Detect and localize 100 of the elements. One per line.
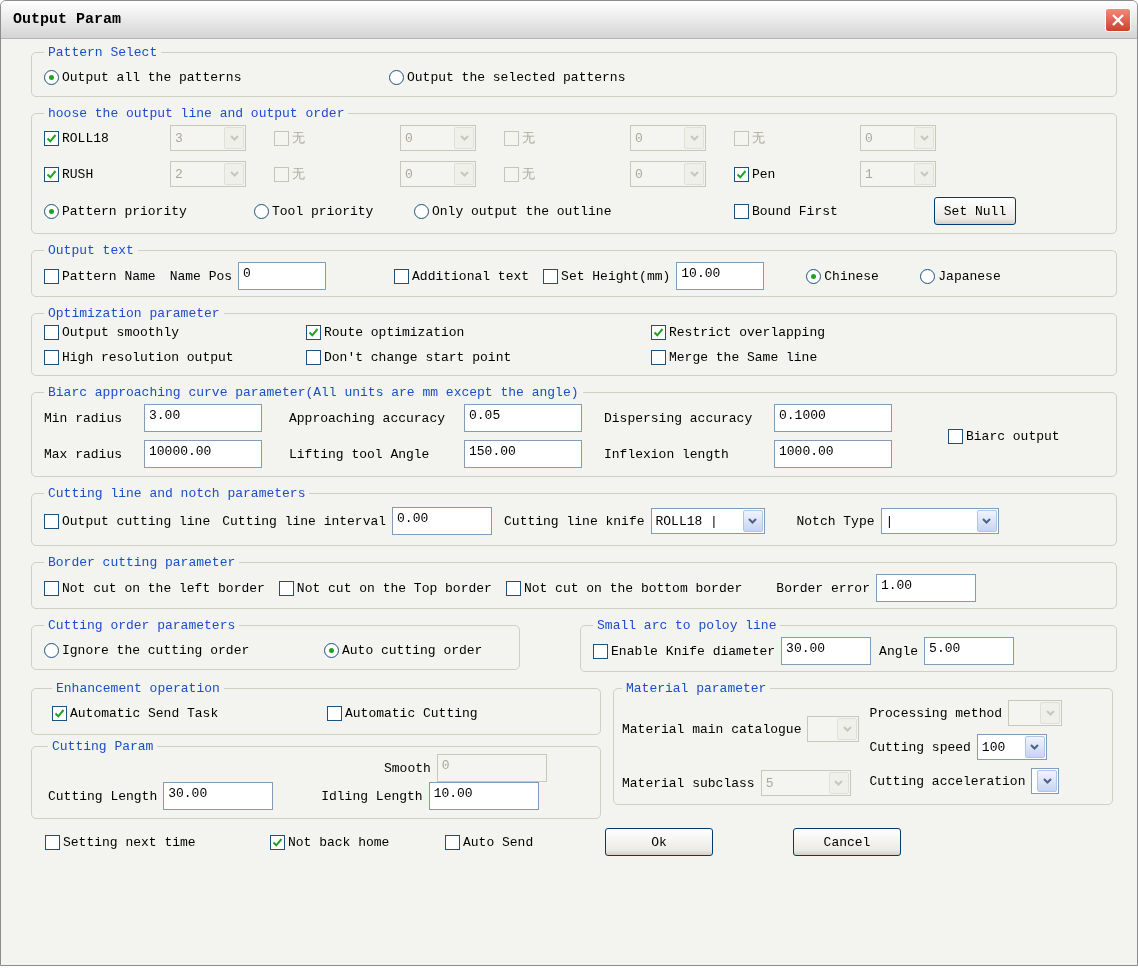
checkbox-label: Automatic Cutting — [345, 705, 478, 721]
checkbox[interactable] — [270, 834, 285, 850]
checkbox[interactable] — [593, 643, 609, 659]
field-label: Knife diameter — [665, 643, 776, 659]
radio-button[interactable] — [324, 642, 339, 658]
checkbox-label: Restrict overlapping — [669, 325, 826, 340]
field-label: Idling Length — [321, 788, 423, 804]
checkbox[interactable] — [734, 203, 749, 219]
radio-label: Ignore the cutting order — [62, 642, 250, 658]
checkbox-label: Not back home — [288, 834, 390, 850]
checkbox[interactable] — [44, 166, 59, 182]
checkbox[interactable] — [306, 325, 321, 340]
checkbox-label: Route optimization — [324, 325, 465, 340]
field-label: Notch Type — [796, 513, 875, 529]
radio-button[interactable] — [44, 69, 59, 85]
radio-button[interactable] — [254, 203, 269, 219]
field-label: Cutting acceleration — [869, 773, 1026, 789]
checkbox[interactable] — [651, 350, 666, 365]
text-field[interactable]: 0 — [238, 262, 327, 290]
radio-button[interactable] — [806, 268, 822, 284]
group-title: Output text — [47, 243, 135, 258]
field-label: Approaching accuracy — [289, 410, 447, 426]
radio-label: Japanese — [938, 268, 1001, 284]
checkbox[interactable] — [543, 268, 559, 284]
checkbox-label: Output smoothly — [62, 325, 180, 340]
text-field[interactable]: 10.00 — [676, 262, 765, 290]
group-title: Border cutting parameter — [47, 555, 237, 570]
text-field[interactable]: 0.05 — [464, 404, 582, 432]
checkbox[interactable] — [44, 350, 59, 365]
radio-button[interactable] — [414, 203, 429, 219]
text-field[interactable]: 1.00 — [875, 574, 976, 602]
radio-button[interactable] — [44, 203, 59, 219]
checkbox-label: Biarc output — [966, 428, 1060, 444]
checkbox-label: Setting next time — [63, 834, 196, 850]
field-label: Material main catalogue — [622, 721, 802, 737]
checkbox[interactable] — [505, 580, 521, 596]
radio-button[interactable] — [389, 69, 404, 85]
dropdown[interactable]: | — [880, 508, 999, 534]
group-title: Small arc to poloy line — [596, 618, 778, 633]
group-title: Enhancement operation — [55, 681, 221, 696]
field-label: Inflexion length — [604, 446, 730, 462]
field-label: Material subclass — [622, 775, 755, 791]
checkbox[interactable] — [52, 705, 67, 721]
text-field[interactable]: 5.00 — [924, 637, 1015, 665]
checkbox-label: 无 — [522, 130, 535, 147]
checkbox[interactable] — [45, 834, 60, 850]
field-label: Name Pos — [169, 268, 233, 284]
checkbox-label: Not cut on the left border — [62, 580, 265, 596]
field-label: Border error — [776, 580, 870, 596]
checkbox-label: Merge the Same line — [669, 350, 818, 365]
checkbox-label: 无 — [752, 130, 765, 147]
group-title: Cutting Param — [51, 739, 155, 754]
dropdown[interactable]: ROLL18 | — [650, 508, 765, 534]
checkbox[interactable] — [44, 268, 59, 284]
text-field[interactable]: 0.1000 — [774, 404, 892, 432]
field-label: Lifting tool Angle — [289, 446, 431, 462]
checkbox[interactable] — [44, 130, 59, 146]
group-title: Optimization parameter — [47, 306, 221, 321]
checkbox[interactable] — [948, 428, 963, 444]
radio-label: Pattern priority — [62, 203, 187, 219]
text-field[interactable]: 0.00 — [392, 507, 493, 535]
field-label: Smooth — [384, 760, 431, 776]
checkbox-label: Pattern Name — [62, 268, 156, 284]
checkbox-label: Pen — [752, 166, 776, 182]
checkbox[interactable] — [445, 834, 460, 850]
dropdown[interactable]: 100 — [976, 734, 1047, 760]
text-field[interactable]: 1000.00 — [774, 440, 892, 468]
checkbox-label: Additional text — [412, 268, 530, 284]
checkbox[interactable] — [306, 350, 321, 365]
checkbox-label: Output cutting line — [62, 513, 211, 529]
checkbox[interactable] — [44, 580, 59, 596]
text-field[interactable]: 10000.00 — [144, 440, 262, 468]
checkbox[interactable] — [44, 325, 59, 340]
field-label: Processing method — [869, 705, 1003, 721]
set-null-button[interactable]: Set Null — [934, 197, 1016, 225]
radio-label: Auto cutting order — [342, 642, 483, 658]
checkbox[interactable] — [278, 580, 294, 596]
radio-button[interactable] — [44, 642, 59, 658]
radio-label: Chinese — [824, 268, 879, 284]
field-label: Min radius — [44, 410, 123, 426]
checkbox-label: Not cut on the Top border — [296, 580, 492, 596]
checkbox-label: Don't change start point — [324, 350, 512, 365]
text-field[interactable]: 10.00 — [428, 782, 539, 810]
text-field[interactable]: 150.00 — [464, 440, 582, 468]
dropdown[interactable] — [1031, 768, 1060, 794]
radio-button[interactable] — [920, 268, 936, 284]
ok-button[interactable]: Ok — [605, 828, 713, 856]
checkbox[interactable] — [394, 268, 410, 284]
checkbox[interactable] — [734, 166, 749, 182]
field-label: Cutting speed — [869, 739, 971, 755]
checkbox[interactable] — [44, 513, 59, 529]
checkbox-label: Enable — [611, 643, 658, 659]
field-label: Cutting line interval — [222, 513, 387, 529]
checkbox[interactable] — [651, 325, 666, 340]
checkbox[interactable] — [327, 705, 342, 721]
cancel-button[interactable]: Cancel — [793, 828, 901, 856]
close-button[interactable] — [1105, 7, 1131, 32]
text-field[interactable]: 30.00 — [163, 782, 274, 810]
text-field[interactable]: 3.00 — [144, 404, 262, 432]
text-field[interactable]: 30.00 — [781, 637, 872, 665]
